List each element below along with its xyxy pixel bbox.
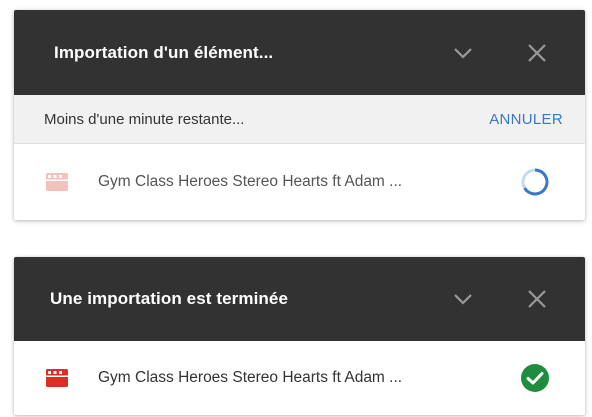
time-remaining-text: Moins d'une minute restante... xyxy=(44,110,245,128)
progress-spinner-icon xyxy=(519,166,551,198)
file-name: Gym Class Heroes Stereo Hearts ft Adam .… xyxy=(98,369,403,386)
complete-panel-header: Une importation est terminée xyxy=(14,257,585,341)
upload-progress-panel: Importation d'un élément... Moins d'une … xyxy=(14,10,585,220)
upload-status-row: Moins d'une minute restante... ANNULER xyxy=(14,95,585,144)
file-name: Gym Class Heroes Stereo Hearts ft Adam .… xyxy=(98,173,403,190)
video-file-icon xyxy=(46,369,68,387)
video-file-icon xyxy=(46,173,68,191)
close-icon[interactable] xyxy=(521,283,553,315)
chevron-down-icon[interactable] xyxy=(447,283,479,315)
upload-panel-title: Importation d'un élément... xyxy=(54,42,274,62)
chevron-down-icon[interactable] xyxy=(447,37,479,69)
check-circle-icon xyxy=(519,362,551,394)
uploading-file-row[interactable]: Gym Class Heroes Stereo Hearts ft Adam .… xyxy=(14,144,585,220)
upload-complete-panel: Une importation est terminée Gym Class H… xyxy=(14,257,585,415)
complete-panel-title: Une importation est terminée xyxy=(50,289,289,308)
upload-panel-header: Importation d'un élément... xyxy=(14,10,585,95)
completed-file-row[interactable]: Gym Class Heroes Stereo Hearts ft Adam .… xyxy=(14,341,585,415)
close-icon[interactable] xyxy=(521,37,553,69)
cancel-button[interactable]: ANNULER xyxy=(489,111,563,128)
